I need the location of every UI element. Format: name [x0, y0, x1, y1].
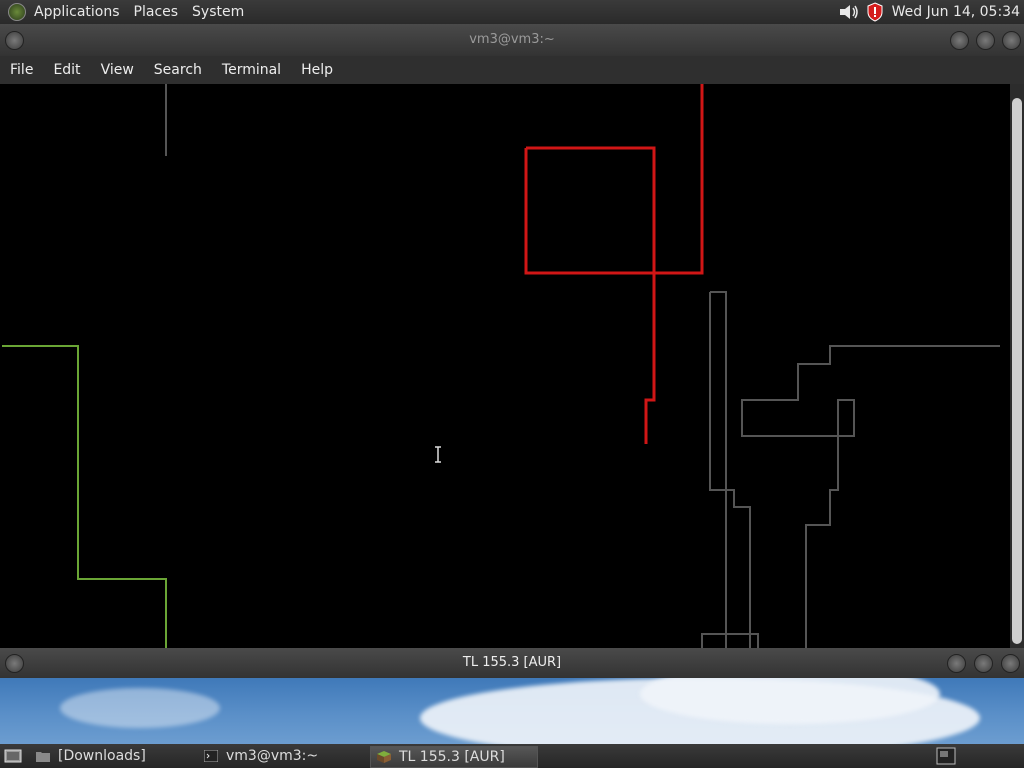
folder-icon [36, 752, 50, 762]
text-cursor-icon [435, 446, 441, 463]
menu-edit[interactable]: Edit [53, 62, 80, 78]
terminal-scrollbar[interactable] [1010, 84, 1024, 649]
clock[interactable]: Wed Jun 14, 05:34 [892, 4, 1020, 20]
menu-search[interactable]: Search [154, 62, 202, 78]
gray-trace-step [741, 345, 1000, 648]
menu-help[interactable]: Help [301, 62, 333, 78]
taskbar-item-label: vm3@vm3:~ [226, 748, 319, 764]
window-menu-button[interactable] [5, 31, 24, 50]
desktop-background [0, 678, 1024, 744]
taskbar-item-downloads[interactable]: [Downloads] [36, 746, 196, 766]
red-trace-down [644, 273, 656, 444]
top-menu: Applications Places System [34, 0, 258, 24]
terminal-titlebar[interactable]: vm3@vm3:~ [0, 24, 1024, 56]
gray-trace-structure [710, 291, 727, 648]
red-trace-square [524, 146, 656, 275]
taskbar-item-app[interactable]: TL 155.3 [AUR] [370, 746, 538, 768]
system-tray: Wed Jun 14, 05:34 [838, 0, 1024, 24]
taskbar-item-label: TL 155.3 [AUR] [399, 749, 505, 765]
show-desktop-icon[interactable] [4, 748, 22, 764]
red-trace-right [654, 84, 704, 275]
maximize-button[interactable] [976, 31, 995, 50]
green-trace [2, 345, 167, 648]
terminal-icon [204, 750, 218, 762]
terminal-menubar: File Edit View Search Terminal Help [0, 56, 1024, 84]
places-menu[interactable]: Places [134, 4, 179, 20]
scrollbar-thumb[interactable] [1012, 98, 1022, 644]
gray-trace-left-tall [709, 292, 751, 648]
workspace-switcher-icon[interactable] [936, 747, 956, 765]
system-menu[interactable]: System [192, 4, 244, 20]
window-menu-button-2[interactable] [5, 654, 24, 673]
close-button-2[interactable] [1001, 654, 1020, 673]
menu-view[interactable]: View [101, 62, 134, 78]
terminal-line-art [2, 84, 1000, 648]
distro-logo-icon[interactable] [8, 3, 26, 21]
bottom-taskbar: [Downloads] vm3@vm3:~ TL 155.3 [AUR] [0, 744, 1024, 768]
terminal-content[interactable] [0, 84, 1010, 649]
minimize-button[interactable] [950, 31, 969, 50]
minimize-button-2[interactable] [947, 654, 966, 673]
app-cube-icon [377, 751, 391, 763]
security-shield-icon[interactable] [866, 2, 884, 22]
volume-icon[interactable] [838, 3, 860, 21]
applications-menu[interactable]: Applications [34, 4, 120, 20]
cloud-shape [60, 688, 220, 728]
top-panel: Applications Places System Wed Jun 14, 0… [0, 0, 1024, 24]
maximize-button-2[interactable] [974, 654, 993, 673]
close-button[interactable] [1002, 31, 1021, 50]
app-window-title: TL 155.3 [AUR] [462, 655, 562, 670]
app-window-titlebar[interactable]: TL 155.3 [AUR] [0, 648, 1024, 678]
menu-terminal[interactable]: Terminal [222, 62, 281, 78]
terminal-window-title: vm3@vm3:~ [469, 32, 555, 47]
menu-file[interactable]: File [10, 62, 33, 78]
taskbar-item-terminal[interactable]: vm3@vm3:~ [204, 746, 364, 766]
taskbar-item-label: [Downloads] [58, 748, 146, 764]
